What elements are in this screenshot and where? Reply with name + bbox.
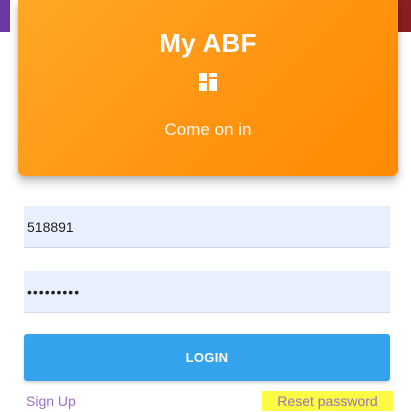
header-card: My ABF Come on in bbox=[18, 0, 398, 176]
app-title: My ABF bbox=[159, 28, 257, 58]
background-edge-right bbox=[398, 0, 411, 32]
username-input[interactable] bbox=[24, 206, 390, 248]
reset-password-link[interactable]: Reset password bbox=[262, 391, 393, 411]
grid-logo-icon bbox=[199, 73, 217, 91]
tagline: Come on in bbox=[164, 120, 252, 139]
background-edge-left bbox=[0, 0, 10, 32]
login-button[interactable]: LOGIN bbox=[24, 334, 390, 381]
password-input[interactable] bbox=[24, 271, 390, 313]
sign-up-link[interactable]: Sign Up bbox=[26, 392, 76, 410]
login-screen: My ABF Come on in LOGIN Sign Up Reset pa… bbox=[0, 0, 411, 412]
